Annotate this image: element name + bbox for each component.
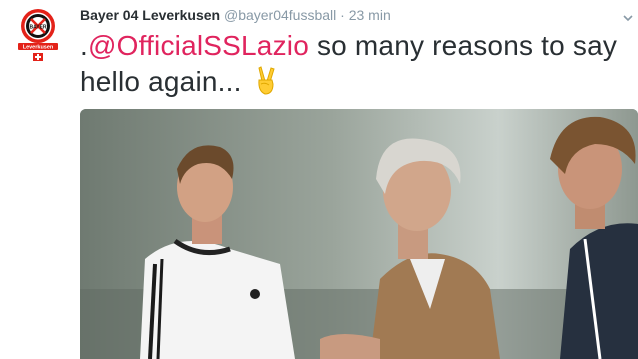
chevron-down-icon[interactable] [622,10,634,22]
display-name[interactable]: Bayer 04 Leverkusen [80,7,220,23]
timestamp[interactable]: 23 min [349,7,391,23]
mention-link[interactable]: @OfficialSSLazio [88,30,309,61]
photo-image [80,109,638,359]
crest-text: BAYER [29,25,46,31]
tweet-photo[interactable] [80,109,638,359]
tweet-header: Bayer 04 Leverkusen @bayer04fussball · 2… [80,6,391,24]
crest-lower-text: Leverkusen [23,45,54,51]
separator: · [340,7,345,23]
victory-hand-emoji-icon [250,65,280,97]
text-prefix: . [80,30,88,61]
bayer-04-leverkusen-crest-icon: BAYER Leverkusen [18,9,58,61]
account-handle[interactable]: @bayer04fussball [224,7,336,23]
tweet-text: .@OfficialSSLazio so many reasons to say… [80,28,636,100]
avatar[interactable]: BAYER Leverkusen [14,8,62,62]
